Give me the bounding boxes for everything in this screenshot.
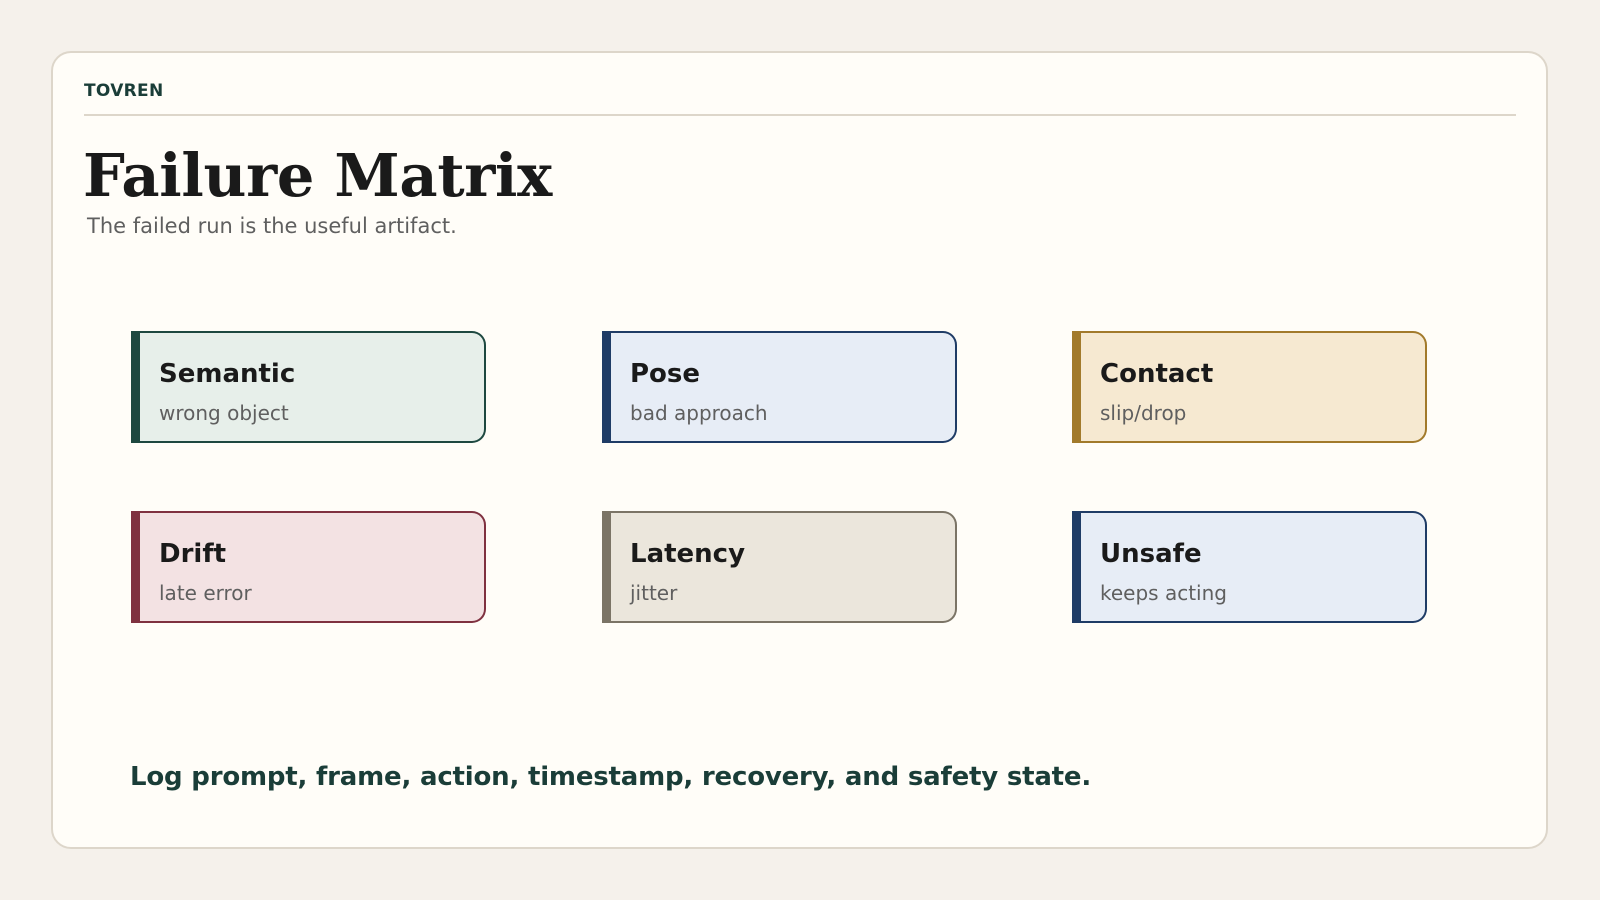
header-divider: [84, 114, 1516, 116]
failure-card-contact: Contact slip/drop: [1072, 331, 1427, 443]
card-subtitle: wrong object: [159, 401, 289, 425]
failure-card-latency: Latency jitter: [602, 511, 957, 623]
card-subtitle: jitter: [630, 581, 678, 605]
card-title: Semantic: [159, 359, 296, 389]
page-subtitle: The failed run is the useful artifact.: [87, 214, 457, 238]
failure-card-semantic: Semantic wrong object: [131, 331, 486, 443]
failure-card-pose: Pose bad approach: [602, 331, 957, 443]
card-title: Latency: [630, 539, 746, 569]
card-subtitle: slip/drop: [1100, 401, 1187, 425]
brand-label: TOVREN: [84, 81, 164, 101]
card-title: Pose: [630, 359, 701, 389]
page-title: Failure Matrix: [83, 141, 553, 210]
card-title: Unsafe: [1100, 539, 1202, 569]
footer-note: Log prompt, frame, action, timestamp, re…: [130, 762, 1092, 792]
card-subtitle: bad approach: [630, 401, 768, 425]
card-title: Drift: [159, 539, 227, 569]
card-subtitle: late error: [159, 581, 252, 605]
card-title: Contact: [1100, 359, 1214, 389]
slide-card: TOVREN Failure Matrix The failed run is …: [51, 51, 1548, 849]
failure-card-unsafe: Unsafe keeps acting: [1072, 511, 1427, 623]
card-subtitle: keeps acting: [1100, 581, 1227, 605]
failure-card-drift: Drift late error: [131, 511, 486, 623]
